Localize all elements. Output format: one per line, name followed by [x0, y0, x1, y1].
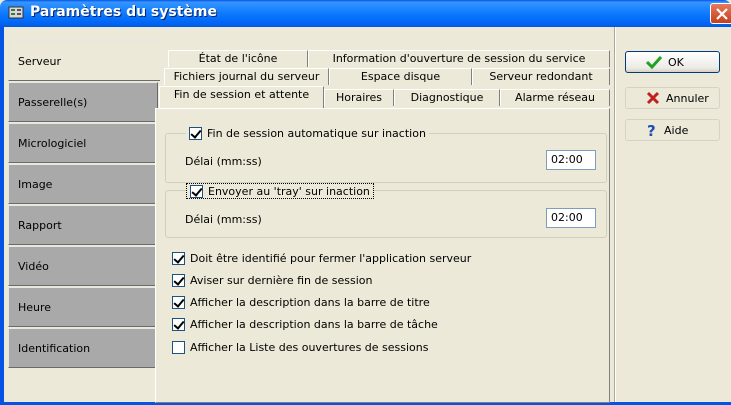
tab-label: Alarme réseau [515, 91, 595, 104]
option-description-taskbar[interactable]: Afficher la description dans la barre de… [172, 318, 438, 331]
tab-fin-session-attente[interactable]: Fin de session et attente [159, 86, 324, 108]
tab-information-ouverture-session[interactable]: Information d'ouverture de session du se… [308, 50, 610, 67]
tab-label: Fichiers journal du serveur [173, 70, 320, 83]
tray-checkbox[interactable] [190, 184, 203, 198]
option-checkbox[interactable] [172, 341, 185, 354]
option-label: Aviser sur dernière fin de session [190, 274, 373, 287]
option-label: Doit être identifié pour fermer l'applic… [190, 252, 472, 265]
option-label: Afficher la Liste des ouvertures de sess… [190, 341, 429, 354]
button-column-separator [614, 27, 616, 402]
checkmark-icon [646, 55, 662, 69]
help-label: Aide [664, 123, 689, 137]
auto-logout-delay-label: Délai (mm:ss) [185, 155, 262, 168]
option-must-identify[interactable]: Doit être identifié pour fermer l'applic… [172, 252, 471, 265]
tray-delay-label: Délai (mm:ss) [185, 213, 262, 226]
nav-item-heure[interactable]: Heure [8, 287, 158, 327]
option-label: Afficher la description dans la barre de… [190, 296, 430, 309]
tab-etat-icone[interactable]: État de l'icône [168, 50, 308, 67]
tab-label: Espace disque [360, 70, 441, 83]
nav-item-label: Vidéo [18, 259, 49, 273]
category-nav: Serveur Passerelle(s) Micrologiciel Imag… [4, 27, 160, 402]
option-checkbox[interactable] [172, 296, 185, 309]
svg-text:?: ? [647, 122, 656, 138]
nav-item-serveur[interactable]: Serveur [8, 41, 160, 81]
nav-item-label: Serveur [18, 54, 62, 68]
nav-item-rapport[interactable]: Rapport [8, 205, 158, 245]
nav-item-micrologiciel[interactable]: Micrologiciel [8, 123, 158, 163]
option-checkbox[interactable] [172, 274, 185, 287]
nav-item-image[interactable]: Image [8, 164, 158, 204]
option-checkbox[interactable] [172, 318, 185, 331]
option-label: Afficher la description dans la barre de… [190, 318, 438, 331]
cancel-label: Annuler [666, 91, 709, 105]
cancel-x-icon [646, 91, 660, 105]
tab-alarme-reseau[interactable]: Alarme réseau [500, 89, 610, 106]
tray-label: Envoyer au 'tray' sur inaction [208, 184, 370, 198]
tab-label: Diagnostique [410, 91, 484, 104]
close-icon [716, 8, 728, 20]
cancel-button[interactable]: Annuler [625, 87, 720, 109]
nav-item-label: Rapport [18, 218, 62, 232]
nav-item-label: Image [18, 177, 53, 191]
tab-serveur-redondant[interactable]: Serveur redondant [472, 68, 610, 85]
settings-app-icon [8, 5, 26, 21]
tray-legend[interactable]: Envoyer au 'tray' sur inaction [186, 183, 374, 199]
nav-item-label: Passerelle(s) [18, 95, 88, 109]
nav-item-label: Identification [18, 341, 91, 355]
window-title: Paramètres du système [30, 4, 217, 20]
nav-item-label: Heure [18, 300, 52, 314]
auto-logout-legend[interactable]: Fin de session automatique sur inaction [186, 126, 429, 140]
tab-fichiers-journal[interactable]: Fichiers journal du serveur [164, 68, 329, 85]
nav-item-identification[interactable]: Identification [8, 328, 158, 368]
nav-item-video[interactable]: Vidéo [8, 246, 158, 286]
tab-espace-disque[interactable]: Espace disque [329, 68, 472, 85]
tab-diagnostique[interactable]: Diagnostique [394, 89, 500, 106]
tray-delay-input[interactable]: 02:00 [546, 208, 596, 228]
tab-label: État de l'icône [198, 52, 278, 65]
nav-item-passerelles[interactable]: Passerelle(s) [8, 82, 158, 122]
close-button[interactable] [710, 3, 731, 24]
ok-label: OK [668, 55, 684, 69]
tab-label: Fin de session et attente [173, 88, 310, 101]
help-button[interactable]: ? Aide [625, 119, 720, 141]
auto-logout-delay-input[interactable]: 02:00 [546, 150, 596, 170]
tab-label: Horaires [335, 91, 383, 104]
option-checkbox[interactable] [172, 252, 185, 265]
help-question-icon: ? [647, 122, 656, 138]
tab-label: Information d'ouverture de session du se… [332, 52, 586, 65]
auto-logout-label: Fin de session automatique sur inaction [207, 126, 426, 140]
tab-label: Serveur redondant [489, 70, 593, 83]
option-description-titlebar[interactable]: Afficher la description dans la barre de… [172, 296, 430, 309]
auto-logout-checkbox[interactable] [189, 126, 202, 140]
nav-item-label: Micrologiciel [18, 136, 87, 150]
option-notify-last-logout[interactable]: Aviser sur dernière fin de session [172, 274, 372, 287]
ok-button[interactable]: OK [625, 51, 720, 73]
option-session-list[interactable]: Afficher la Liste des ouvertures de sess… [172, 341, 429, 354]
tab-horaires[interactable]: Horaires [324, 89, 394, 106]
